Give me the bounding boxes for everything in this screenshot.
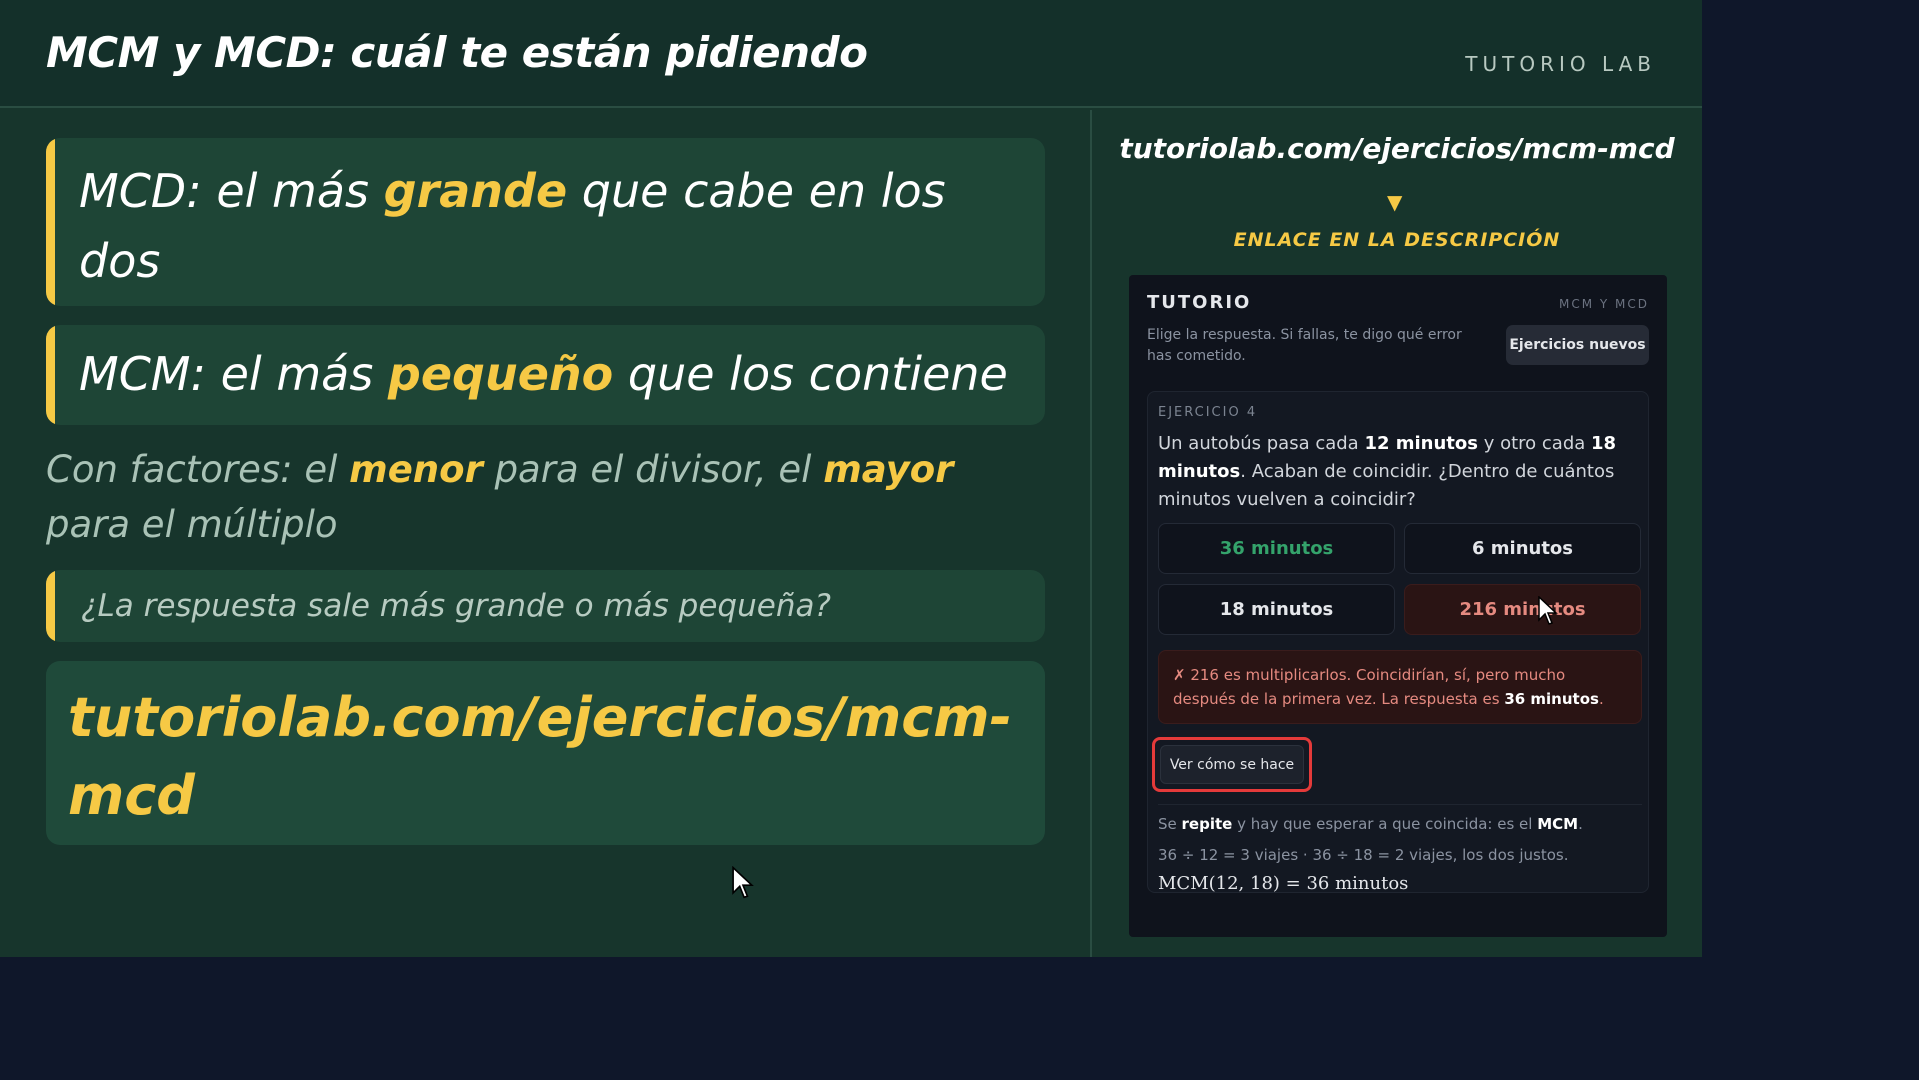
exercise-question: Un autobús pasa cada 12 minutos y otro c… — [1158, 430, 1628, 514]
app-title: TUTORIO — [1147, 292, 1252, 313]
exercise-label: EJERCICIO 4 — [1158, 405, 1258, 420]
accent-bar — [46, 138, 55, 306]
factors-hl2: mayor — [823, 448, 954, 491]
side-url: tutoriolab.com/ejercicios/mcm-mcd — [1119, 132, 1675, 165]
mcd-highlight: grande — [383, 164, 568, 218]
feedback-end: . — [1598, 690, 1604, 708]
new-exercises-button[interactable]: Ejercicios nuevos — [1506, 325, 1649, 365]
mouse-cursor-icon — [732, 866, 754, 899]
how-button-focus-ring: Ver cómo se hace — [1152, 737, 1312, 792]
factors-hl1: menor — [349, 448, 483, 491]
feedback-answer: 36 minutos — [1504, 690, 1599, 708]
accent-bar — [46, 325, 55, 425]
tutorio-app-panel: TUTORIO MCM Y MCD Elige la respuesta. Si… — [1129, 275, 1667, 937]
exercise-card: EJERCICIO 4 Un autobús pasa cada 12 minu… — [1147, 391, 1649, 894]
mcm-highlight: pequeño — [387, 347, 614, 401]
factors-part1: Con factores: el — [46, 448, 350, 491]
question-part2: y otro cada — [1478, 433, 1592, 454]
explanation-b2: MCM — [1537, 815, 1579, 833]
mcm-card: MCM: el más pequeño que los contiene — [46, 325, 1045, 425]
factors-part3: para el múltiplo — [46, 503, 338, 546]
accent-bar — [46, 570, 55, 642]
explanation-a: Se — [1158, 815, 1182, 833]
url-card-text: tutoriolab.com/ejercicios/mcm-mcd — [68, 686, 1012, 827]
mouse-cursor-icon — [1538, 596, 1558, 625]
mcm-prefix: MCM: el más — [79, 347, 388, 401]
show-solution-button[interactable]: Ver cómo se hace — [1160, 745, 1304, 784]
app-subtitle: Elige la respuesta. Si fallas, te digo q… — [1147, 327, 1462, 364]
mcd-prefix: MCD: el más — [79, 164, 384, 218]
slide-header: MCM y MCD: cuál te están pidiendo TUTORI… — [0, 0, 1702, 108]
mcm-card-text: MCM: el más pequeño que los contiene — [79, 339, 1025, 409]
option-6-minutos[interactable]: 6 minutos — [1404, 523, 1641, 574]
question-card-text: ¿La respuesta sale más grande o más pequ… — [81, 588, 831, 624]
option-18-minutos[interactable]: 18 minutos — [1158, 584, 1395, 635]
error-mark-icon: ✗ — [1173, 666, 1186, 684]
url-card: tutoriolab.com/ejercicios/mcm-mcd — [46, 661, 1045, 845]
explanation-divider — [1158, 804, 1642, 805]
explanation-d: . — [1578, 815, 1583, 833]
factors-note: Con factores: el menor para el divisor, … — [46, 442, 1046, 552]
slide-title: MCM y MCD: cuál te están pidiendo — [46, 28, 868, 77]
arrow-down-icon: ▼ — [1387, 190, 1403, 214]
option-216-minutos[interactable]: 216 minutos — [1404, 584, 1641, 635]
mcd-card-text: MCD: el más grande que cabe en los dos — [79, 156, 1025, 296]
error-feedback: ✗ 216 es multiplicarlos. Coincidirían, s… — [1158, 650, 1642, 724]
question-part1: Un autobús pasa cada — [1158, 433, 1365, 454]
slide-stage: MCM y MCD: cuál te están pidiendo TUTORI… — [0, 0, 1702, 957]
question-card: ¿La respuesta sale más grande o más pequ… — [46, 570, 1045, 642]
app-topic-tag: MCM Y MCD — [1558, 297, 1649, 311]
brand-label: TUTORIO LAB — [1465, 52, 1656, 76]
explanation-line-1: Se repite y hay que esperar a que coinci… — [1158, 810, 1642, 838]
mcd-card: MCD: el más grande que cabe en los dos — [46, 138, 1045, 306]
explanation-c: y hay que esperar a que coincida: es el — [1232, 815, 1538, 833]
option-36-minutos[interactable]: 36 minutos — [1158, 523, 1395, 574]
explanation-line-3: MCM(12, 18) = 36 minutos — [1158, 873, 1409, 894]
explanation-b1: repite — [1181, 815, 1233, 833]
factors-part2: para el divisor, el — [482, 448, 824, 491]
link-description-note: ENLACE EN LA DESCRIPCIÓN — [1233, 229, 1561, 251]
mcm-suffix: que los contiene — [613, 347, 1008, 401]
question-bold1: 12 minutos — [1364, 433, 1478, 454]
explanation-line-2: 36 ÷ 12 = 3 viajes · 36 ÷ 18 = 2 viajes,… — [1158, 846, 1569, 864]
